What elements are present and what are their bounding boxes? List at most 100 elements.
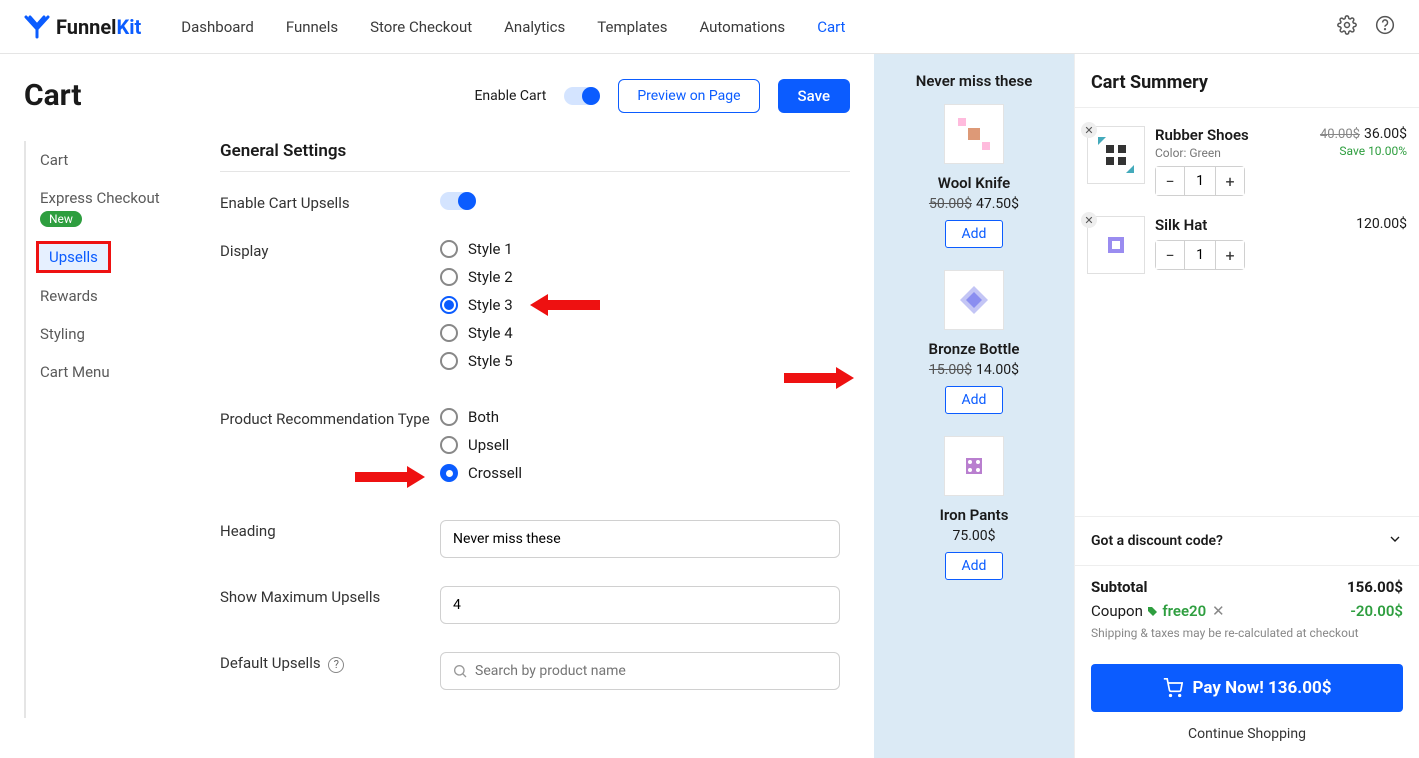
display-radios: Style 1 Style 2 Style 3 Style 4 Style 5 (440, 240, 840, 380)
radio-style-3-label: Style 3 (468, 296, 513, 314)
qty-stepper-1: − + (1155, 166, 1245, 196)
coupon-code: free20 (1162, 602, 1206, 620)
continue-shopping[interactable]: Continue Shopping (1075, 720, 1419, 758)
qty-stepper-2: − + (1155, 240, 1245, 270)
radio-upsell-label: Upsell (468, 436, 509, 454)
radio-style-1[interactable]: Style 1 (440, 240, 840, 258)
qty-minus-2[interactable]: − (1156, 241, 1184, 269)
preview-oldprice-2: 15.00$ (929, 362, 972, 378)
qty-minus-1[interactable]: − (1156, 167, 1184, 195)
radio-upsell[interactable]: Upsell (440, 436, 840, 454)
side-nav: Cart Express Checkout New Upsells Reward… (24, 141, 196, 718)
radio-style-4[interactable]: Style 4 (440, 324, 840, 342)
pay-now-label: Pay Now! 136.00$ (1193, 678, 1332, 698)
qty-plus-2[interactable]: + (1216, 241, 1244, 269)
qty-input-2[interactable] (1184, 241, 1216, 269)
sidenav-cart[interactable]: Cart (24, 141, 196, 179)
preview-oldprice-1: 50.00$ (929, 196, 972, 212)
search-icon (452, 663, 468, 679)
preview-price-3: 75.00$ (952, 528, 995, 544)
radio-style-4-label: Style 4 (468, 324, 513, 342)
cart-image-2 (1087, 216, 1145, 274)
coupon-remove[interactable]: ✕ (1212, 602, 1225, 620)
cart-oldprice-1: 40.00$ (1320, 127, 1360, 142)
coupon-value: -20.00$ (1350, 602, 1403, 620)
default-upsells-search[interactable] (440, 652, 840, 690)
qty-plus-1[interactable]: + (1216, 167, 1244, 195)
nav-cart[interactable]: Cart (817, 18, 845, 36)
nav-funnels[interactable]: Funnels (286, 18, 338, 36)
preview-button[interactable]: Preview on Page (618, 79, 759, 113)
nav-templates[interactable]: Templates (597, 18, 667, 36)
cart-name-2: Silk Hat (1155, 216, 1346, 234)
preview-image-2 (944, 270, 1004, 330)
preview-add-3[interactable]: Add (945, 552, 1004, 580)
rec-type-label: Product Recommendation Type (220, 408, 440, 428)
arrow-annotation-icon (784, 363, 854, 393)
radio-style-1-label: Style 1 (468, 240, 513, 258)
radio-both[interactable]: Both (440, 408, 840, 426)
sidenav-rewards[interactable]: Rewards (24, 277, 196, 315)
remove-item-2[interactable]: ✕ (1081, 212, 1097, 228)
radio-style-2[interactable]: Style 2 (440, 268, 840, 286)
radio-both-label: Both (468, 408, 499, 426)
help-tooltip-icon[interactable]: ? (328, 657, 344, 673)
preview-card-1: Wool Knife 50.00$47.50$ Add (884, 104, 1064, 248)
enable-cart-toggle[interactable] (564, 87, 600, 105)
save-button[interactable]: Save (778, 79, 850, 113)
preview-card-2: Bronze Bottle 15.00$14.00$ Add (884, 270, 1064, 414)
default-upsells-label: Default Upsells ? (220, 652, 440, 673)
preview-name-1: Wool Knife (884, 174, 1064, 192)
heading-label: Heading (220, 520, 440, 540)
discount-label: Got a discount code? (1091, 533, 1223, 549)
radio-style-2-label: Style 2 (468, 268, 513, 286)
qty-input-1[interactable] (1184, 167, 1216, 195)
radio-style-5-label: Style 5 (468, 352, 513, 370)
sidenav-express[interactable]: Express Checkout New (24, 179, 196, 237)
page-title: Cart (24, 78, 474, 113)
preview-image-3 (944, 436, 1004, 496)
top-nav: Dashboard Funnels Store Checkout Analyti… (181, 18, 1337, 36)
sidenav-upsells[interactable]: Upsells (36, 241, 111, 273)
cart-name-1: Rubber Shoes (1155, 126, 1310, 144)
radio-crossell-label: Crossell (468, 464, 522, 482)
cart-price-1: 36.00$ (1364, 126, 1407, 142)
max-upsells-input[interactable] (440, 586, 840, 624)
nav-dashboard[interactable]: Dashboard (181, 18, 254, 36)
cart-title: Cart Summery (1075, 54, 1419, 107)
enable-upsells-toggle[interactable] (440, 192, 476, 210)
cart-icon (1163, 678, 1183, 698)
enable-upsells-label: Enable Cart Upsells (220, 192, 440, 212)
preview-price-1: 47.50$ (976, 196, 1019, 212)
chevron-down-icon (1387, 531, 1403, 551)
radio-style-3[interactable]: Style 3 (440, 296, 840, 314)
preview-image-1 (944, 104, 1004, 164)
discount-toggle[interactable]: Got a discount code? (1075, 516, 1419, 565)
nav-store-checkout[interactable]: Store Checkout (370, 18, 472, 36)
nav-analytics[interactable]: Analytics (504, 18, 565, 36)
remove-item-1[interactable]: ✕ (1081, 122, 1097, 138)
help-icon[interactable] (1375, 15, 1395, 39)
max-upsells-label: Show Maximum Upsells (220, 586, 440, 606)
nav-automations[interactable]: Automations (699, 18, 785, 36)
radio-style-5[interactable]: Style 5 (440, 352, 840, 370)
cart-save-1: Save 10.00% (1320, 144, 1407, 158)
logo: FunnelKit (24, 15, 141, 39)
gear-icon[interactable] (1337, 15, 1357, 39)
radio-crossell[interactable]: Crossell (440, 464, 840, 482)
preview-add-2[interactable]: Add (945, 386, 1004, 414)
cart-opt-1: Color: Green (1155, 146, 1310, 160)
preview-add-1[interactable]: Add (945, 220, 1004, 248)
sidenav-styling[interactable]: Styling (24, 315, 196, 353)
coupon-label: Coupon (1091, 602, 1143, 620)
pay-now-button[interactable]: Pay Now! 136.00$ (1091, 664, 1403, 712)
sidenav-menu[interactable]: Cart Menu (24, 353, 196, 391)
arrow-annotation-icon (530, 290, 600, 320)
settings-panel: General Settings Enable Cart Upsells Dis… (196, 141, 850, 718)
preview-title: Never miss these (884, 72, 1064, 90)
heading-input[interactable] (440, 520, 840, 558)
logo-text-1: Funnel (56, 15, 116, 39)
cart-price-2: 120.00$ (1356, 216, 1407, 232)
preview-card-3: Iron Pants 75.00$ Add (884, 436, 1064, 580)
logo-icon (24, 15, 50, 39)
